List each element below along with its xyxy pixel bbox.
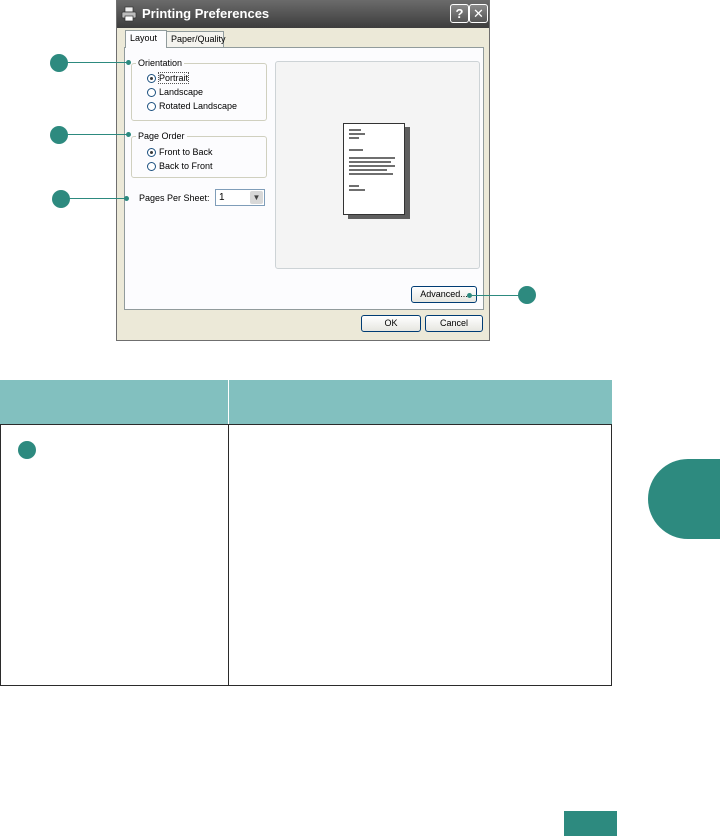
pages-per-sheet-value: 1 [219,192,225,203]
table-header [0,380,612,424]
callout-dot-pages-per-sheet [124,196,129,201]
radio-label: Portrait [157,72,190,84]
table-body-divider [228,424,229,686]
callout-dot-page-order [126,132,131,137]
radio-portrait[interactable]: Portrait [147,72,190,84]
title-bar: Printing Preferences ? ✕ [117,0,489,28]
close-icon: ✕ [473,6,484,21]
radio-button-icon [147,74,156,83]
callout-line-advanced [472,295,528,296]
page-number-box [564,811,617,836]
preview-page-icon [343,123,405,215]
callout-dot-advanced [467,293,472,298]
callout-circle-pages-per-sheet [52,190,70,208]
chevron-down-icon[interactable]: ▼ [250,191,263,204]
page-order-title: Page Order [136,131,187,141]
cancel-button[interactable]: Cancel [425,315,483,332]
callout-circle-page-order [50,126,68,144]
radio-label: Front to Back [159,147,213,157]
help-button[interactable]: ? [450,4,469,23]
tab-paper-quality[interactable]: Paper/Quality [166,31,226,47]
radio-label: Landscape [159,87,204,97]
radio-label: Rotated Landscape [159,101,238,111]
pages-per-sheet-label: Pages Per Sheet: [139,193,210,203]
printing-preferences-dialog: Printing Preferences ? ✕ Layout Paper/Qu… [116,0,490,341]
chapter-tab [648,459,720,539]
ok-button[interactable]: OK [361,315,421,332]
radio-landscape[interactable]: Landscape [147,87,203,98]
close-button[interactable]: ✕ [469,4,488,23]
radio-button-icon [147,162,156,171]
pages-per-sheet-select[interactable]: 1 ▼ [215,189,265,206]
radio-rotated-landscape[interactable]: Rotated Landscape [147,101,237,112]
printer-icon [121,6,137,22]
radio-button-icon [147,148,156,157]
radio-button-icon [147,102,156,111]
radio-front-to-back[interactable]: Front to Back [147,147,213,158]
radio-label: Back to Front [159,161,213,171]
callout-dot-orientation [126,60,131,65]
tab-layout[interactable]: Layout [125,30,167,48]
callout-line-page-order [60,134,128,135]
radio-button-icon [147,88,156,97]
layout-preview [275,61,480,269]
radio-back-to-front[interactable]: Back to Front [147,161,213,172]
tab-panel-layout: Orientation Portrait Landscape Rotated L… [124,47,484,310]
callout-line-orientation [60,62,128,63]
table-row-callout-circle [18,441,36,459]
table-body [0,424,612,686]
orientation-title: Orientation [136,58,185,68]
dialog-title: Printing Preferences [142,6,270,21]
help-icon: ? [455,6,464,21]
callout-line-pages-per-sheet [62,198,126,199]
callout-circle-orientation [50,54,68,72]
table-header-divider [228,380,229,424]
